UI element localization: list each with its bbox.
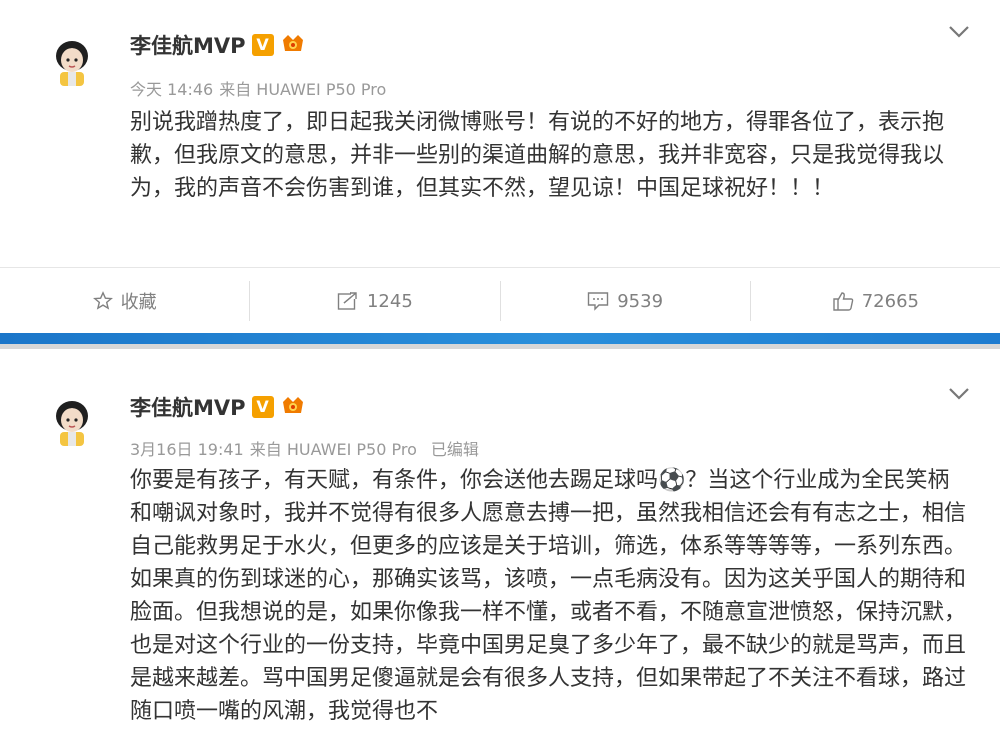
chevron-down-icon[interactable] — [946, 384, 972, 404]
like-count: 72665 — [861, 290, 919, 312]
post-text: 别说我蹭热度了，即日起我关闭微博账号！有说的不好的地方，得罪各位了，表示抱歉，但… — [130, 110, 945, 201]
username[interactable]: 李佳航MVP V — [130, 392, 306, 422]
repost-count: 1245 — [366, 290, 413, 312]
verified-v-icon: V — [251, 34, 274, 56]
post-source: 来自 HUAWEI P50 Pro — [249, 440, 417, 459]
username[interactable]: 李佳航MVP V — [130, 30, 306, 60]
favorite-label: 收藏 — [120, 292, 157, 313]
username-label: 李佳航MVP — [130, 396, 246, 420]
edited-label[interactable]: 已编辑 — [431, 440, 479, 459]
post-card: 李佳航MVP V 今天 14:46 来自 HUAWEI P50 Pro 别说我蹭热… — [0, 0, 1000, 267]
favorite-button[interactable]: 收藏 — [0, 281, 249, 321]
post-meta: 今天 14:46 来自 HUAWEI P50 Pro — [130, 76, 386, 100]
star-icon — [92, 291, 113, 311]
post-card: 李佳航MVP V 3月16日 19:41 来自 HUAWEI P50 Pro 已编辑… — [0, 350, 1000, 750]
like-button[interactable]: 72665 — [749, 281, 1000, 321]
post-time[interactable]: 今天 14:46 — [130, 80, 213, 99]
avatar[interactable] — [46, 36, 98, 88]
repost-button[interactable]: 1245 — [249, 281, 499, 321]
post-text: 你要是有孩子，有天赋，有条件，你会送他去踢足球吗⚽？当这个行业成为全民笑柄和嘲讽… — [130, 468, 967, 724]
avatar[interactable] — [46, 396, 98, 448]
vip-crown-icon — [280, 31, 306, 60]
comment-icon — [587, 291, 609, 311]
post-meta: 3月16日 19:41 来自 HUAWEI P50 Pro 已编辑 — [130, 436, 479, 460]
comment-count: 9539 — [617, 290, 664, 312]
comment-button[interactable]: 9539 — [499, 281, 750, 321]
username-label: 李佳航MVP — [130, 34, 246, 58]
action-bar: 收藏 1245 9539 72665 — [0, 267, 1000, 334]
like-icon — [832, 291, 854, 311]
repost-icon — [337, 291, 359, 311]
chevron-down-icon[interactable] — [946, 22, 972, 42]
section-divider-band — [0, 333, 1000, 349]
vip-crown-icon — [280, 393, 306, 422]
post-time[interactable]: 3月16日 19:41 — [130, 440, 244, 459]
post-source: 来自 HUAWEI P50 Pro — [219, 80, 387, 99]
verified-v-icon: V — [251, 396, 274, 418]
